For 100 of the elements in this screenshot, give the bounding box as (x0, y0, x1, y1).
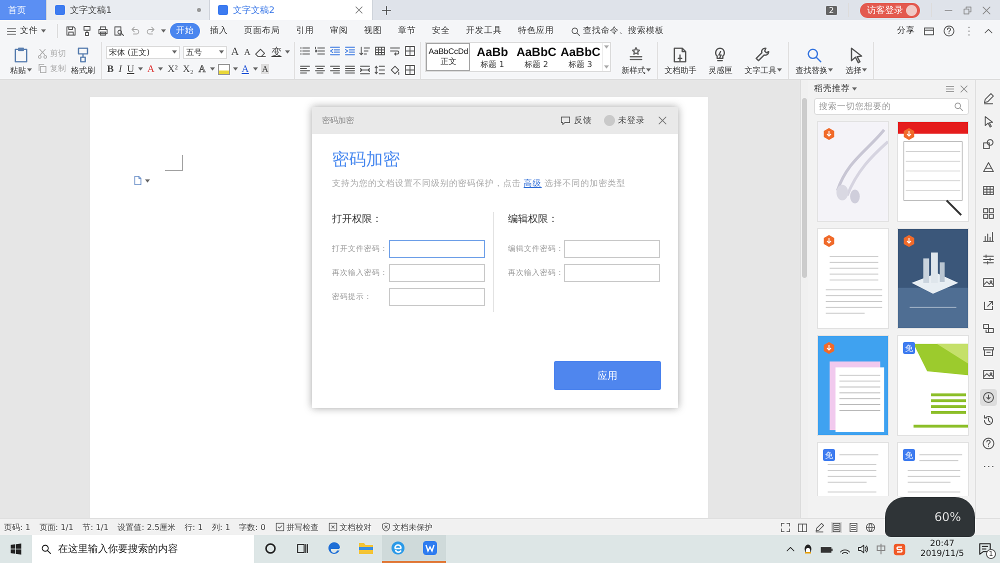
outdent-icon[interactable] (329, 45, 342, 57)
book-icon[interactable] (797, 522, 808, 532)
paste-button[interactable]: 粘贴 (8, 46, 34, 76)
password-field[interactable] (564, 264, 660, 282)
format-button[interactable]: U (126, 64, 136, 74)
highlight-icon[interactable] (218, 64, 230, 74)
feedback-link[interactable]: 反馈 (560, 114, 592, 126)
bullets-icon[interactable] (299, 45, 312, 57)
font-size-select[interactable]: 五号 (183, 46, 227, 58)
scrollbar-thumb[interactable] (802, 98, 807, 278)
format-button[interactable]: A (230, 46, 240, 58)
triangle-icon[interactable] (982, 161, 994, 174)
tool-button[interactable]: 新样式 (619, 46, 654, 76)
justify-icon[interactable] (344, 64, 356, 76)
panel-title[interactable]: 稻壳推荐 (814, 83, 857, 95)
preview-icon[interactable] (113, 25, 125, 37)
notification-icon[interactable] (978, 542, 992, 556)
doc-page-icon[interactable] (132, 175, 143, 186)
password-field[interactable] (564, 240, 660, 258)
brush-icon[interactable] (81, 25, 93, 37)
chart-icon[interactable] (982, 230, 994, 243)
ribbon-tab[interactable]: 页面布局 (238, 23, 286, 39)
penguin-icon[interactable] (802, 543, 814, 555)
format-button[interactable]: B (106, 64, 115, 74)
close-icon[interactable] (354, 5, 364, 15)
template-thumbnail[interactable]: 免 (897, 442, 969, 496)
line-spacing-icon[interactable] (374, 64, 386, 76)
document-tab[interactable]: 文字文稿1 (47, 0, 210, 20)
style-preset[interactable]: AaBbC 标题 3 (558, 43, 602, 71)
tool-button[interactable]: 文字工具 (742, 46, 784, 76)
image-icon[interactable] (982, 368, 994, 381)
table-icon[interactable] (374, 45, 386, 57)
format-button[interactable]: A (260, 64, 270, 74)
sogou-icon[interactable] (893, 542, 906, 556)
table-icon[interactable] (982, 184, 994, 197)
archive-icon[interactable] (982, 345, 994, 358)
document-tab[interactable]: 文字文稿2 (210, 0, 373, 20)
format-button[interactable]: 变 (270, 45, 282, 59)
windows-logo-icon[interactable] (10, 543, 22, 555)
ribbon-tab[interactable]: 视图 (358, 23, 388, 39)
format-button[interactable]: X² (166, 64, 179, 74)
ribbon-tab[interactable]: 开发工具 (460, 23, 508, 39)
help-icon[interactable] (943, 25, 955, 37)
input-method-icon[interactable] (875, 543, 888, 555)
export-icon[interactable] (982, 299, 994, 312)
share-link[interactable]: 分享 (897, 25, 915, 37)
apply-button[interactable]: 应用 (554, 361, 661, 390)
wrap-icon[interactable] (389, 45, 402, 57)
grid-icon[interactable] (982, 207, 994, 220)
image-icon[interactable] (982, 276, 994, 289)
save-icon[interactable] (65, 25, 77, 37)
sliders-icon[interactable] (982, 253, 994, 266)
align-right-icon[interactable] (329, 64, 342, 76)
page-icon[interactable] (831, 522, 842, 532)
ribbon-tab[interactable]: 章节 (392, 23, 422, 39)
style-preset[interactable]: AaBbC 标题 2 (514, 43, 558, 71)
clock[interactable]: 20:47 2019/11/5 (920, 539, 964, 559)
password-field[interactable] (389, 264, 485, 282)
format-button[interactable]: A (240, 64, 250, 74)
template-thumbnail[interactable]: 免 (897, 335, 969, 436)
outline-icon[interactable] (848, 522, 859, 532)
history-icon[interactable] (982, 414, 994, 427)
font-select[interactable]: 宋体 (正文) (106, 46, 180, 58)
restore-icon[interactable] (962, 4, 973, 16)
login-button[interactable]: 访客登录 (860, 2, 920, 18)
taskbar-search-field[interactable]: 在这里输入你要搜索的内容 (32, 535, 254, 563)
ribbon-tab[interactable]: 引用 (290, 23, 320, 39)
format-painter-button[interactable]: 格式刷 (69, 46, 97, 76)
style-preset[interactable]: AaBbCcDd 正文 (426, 43, 470, 71)
close-icon[interactable] (657, 115, 668, 126)
align-center-icon[interactable] (314, 64, 326, 76)
password-field[interactable] (389, 288, 485, 306)
cortana-icon[interactable] (264, 542, 276, 554)
indent-icon[interactable] (344, 45, 356, 57)
tool-button[interactable]: 选择 (843, 46, 870, 76)
speed-widget[interactable]: 60% (885, 497, 975, 537)
status-button[interactable]: 文档校对 (328, 522, 372, 532)
format-button[interactable]: A (242, 47, 252, 57)
ribbon-tab[interactable]: 插入 (204, 23, 234, 39)
browser-icon[interactable] (326, 540, 342, 556)
pen-icon[interactable] (982, 92, 994, 105)
close-icon[interactable] (981, 4, 992, 16)
command-search[interactable]: 查找命令、搜索模板 (570, 25, 664, 37)
writer-app-icon[interactable] (422, 540, 438, 556)
fullscreen-icon[interactable] (780, 522, 791, 532)
plus-icon[interactable] (381, 4, 392, 16)
shapes-icon[interactable] (982, 138, 994, 151)
window-icon[interactable] (923, 25, 935, 37)
format-button[interactable]: A (146, 64, 156, 74)
task-view-icon[interactable] (296, 542, 308, 554)
template-thumbnail[interactable]: 免 (817, 442, 889, 496)
align-left-icon[interactable] (299, 64, 312, 76)
ribbon-tab[interactable]: 安全 (426, 23, 456, 39)
format-button[interactable]: I (118, 64, 124, 74)
tool-button[interactable]: 文档助手 (662, 46, 698, 76)
file-menu[interactable]: 文件 (6, 25, 46, 37)
borders-icon[interactable] (404, 45, 416, 57)
ribbon-tab[interactable]: 开始 (170, 23, 200, 39)
folder-icon[interactable] (358, 540, 374, 556)
close-icon[interactable] (959, 84, 969, 94)
